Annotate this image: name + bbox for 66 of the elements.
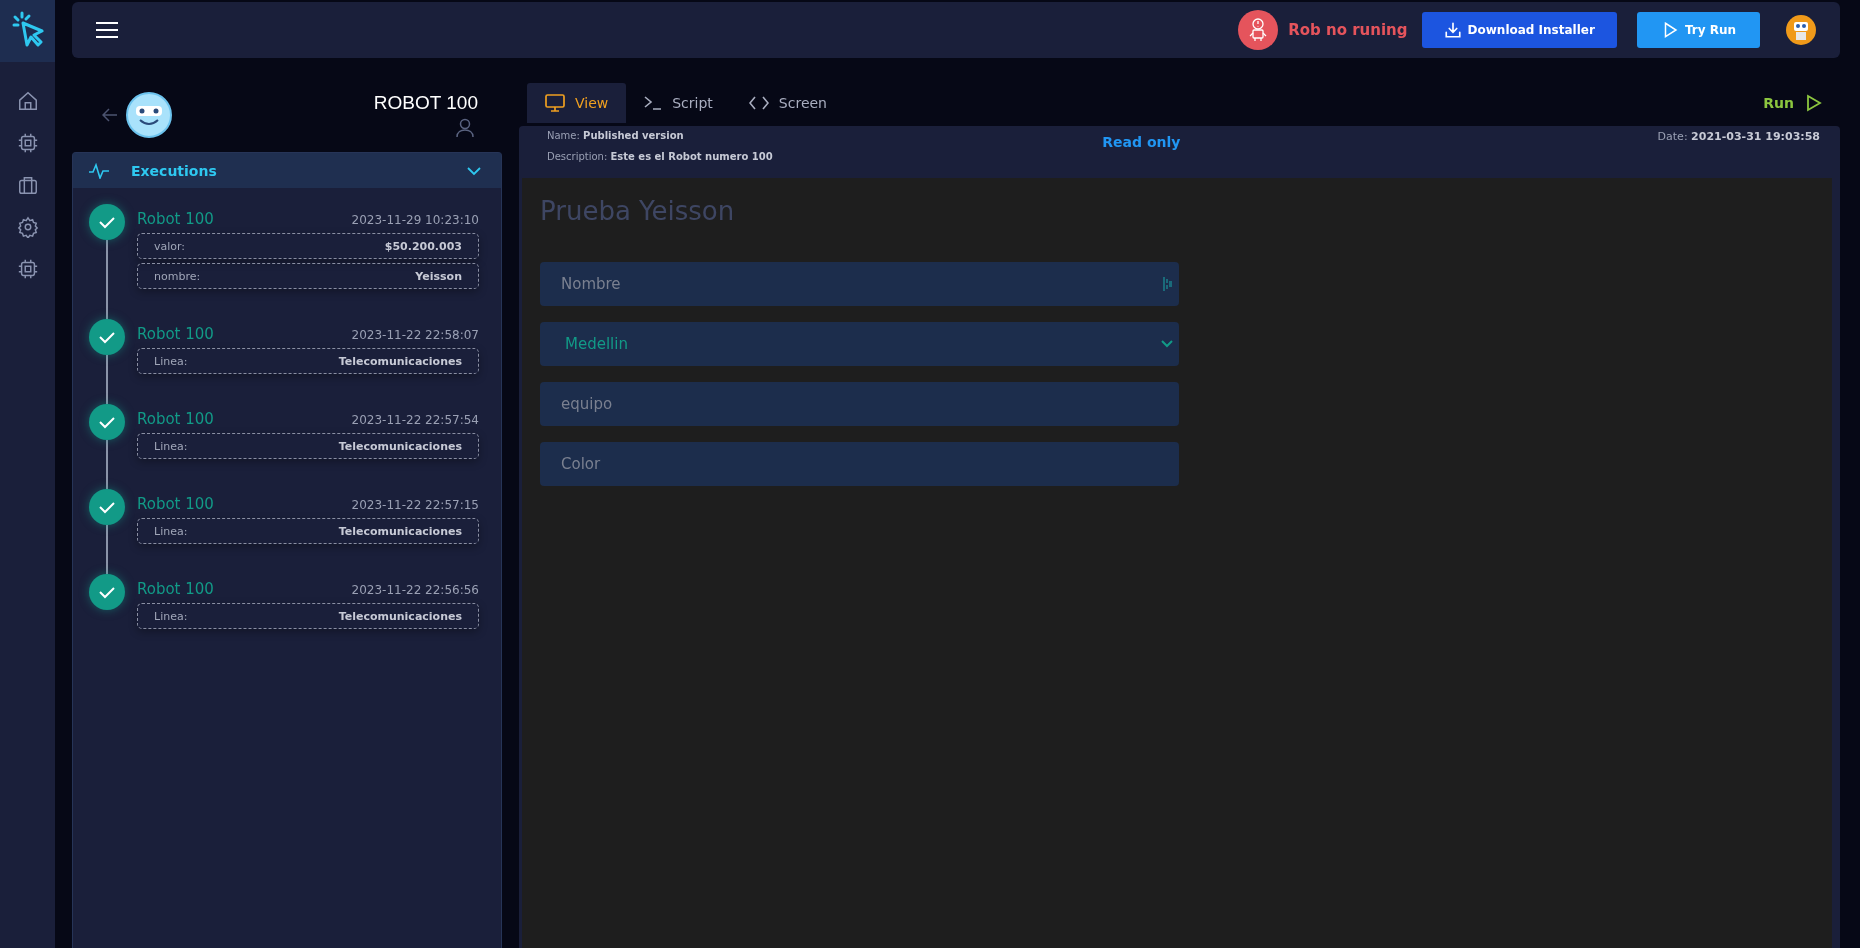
tab[interactable]: Screen [730, 83, 845, 123]
input-field[interactable]: Color [540, 442, 1179, 486]
monitor-icon [545, 94, 565, 112]
field-label: Linea: [154, 354, 188, 368]
chip-icon[interactable] [16, 132, 39, 154]
check-circle-icon [89, 319, 125, 355]
run-button[interactable]: Run [1763, 94, 1822, 112]
execution-time: 2023-11-22 22:57:15 [351, 498, 479, 512]
execution-name[interactable]: Robot 100 [137, 325, 214, 343]
execution-time: 2023-11-29 10:23:10 [351, 213, 479, 227]
briefcase-icon[interactable] [16, 174, 39, 196]
robot-status-text: Rob no runing [1288, 21, 1408, 39]
check-circle-icon [89, 574, 125, 610]
robot-status-icon [1238, 10, 1279, 50]
execution-time: 2023-11-22 22:57:54 [351, 413, 479, 427]
check-circle-icon [89, 204, 125, 240]
smiley-robot-avatar [126, 92, 172, 138]
check-circle-icon [89, 404, 125, 440]
download-icon [1443, 21, 1462, 39]
field-value: Telecomunicaciones [338, 439, 462, 453]
form-title: Prueba Yeisson [540, 196, 736, 226]
logo-tile[interactable] [0, 0, 55, 62]
play-icon [1806, 94, 1822, 112]
executions-header[interactable]: Executions [73, 153, 501, 188]
robot-title: ROBOT 100 [373, 92, 478, 114]
menu-icon[interactable] [96, 22, 118, 38]
date-text: Date: 2021-03-31 19:03:58 [1657, 130, 1820, 143]
field-value: Yeisson [415, 269, 462, 283]
execution-name[interactable]: Robot 100 [137, 410, 214, 428]
read-only-label: Read only [1102, 134, 1182, 150]
execution-time: 2023-11-22 22:56:56 [351, 583, 479, 597]
settings-icon[interactable] [16, 216, 39, 238]
select-field[interactable]: Medellin [540, 322, 1179, 366]
tab[interactable]: View [527, 83, 627, 123]
field-label: Linea: [154, 524, 188, 538]
field-label: Linea: [154, 439, 188, 453]
version-name: Name: Published version [547, 130, 685, 141]
check-circle-icon [89, 489, 125, 525]
tab[interactable]: Script [626, 83, 731, 123]
download-button[interactable]: Download Installer [1421, 12, 1617, 48]
code-icon [748, 96, 769, 110]
execution-name[interactable]: Robot 100 [137, 495, 214, 513]
field-value: Telecomunicaciones [338, 609, 462, 623]
input-field[interactable]: Nombre [540, 262, 1179, 306]
user-icon[interactable] [456, 118, 474, 138]
home-icon[interactable] [16, 90, 39, 112]
field-label: nombre: [154, 269, 201, 283]
chip-icon[interactable] [16, 258, 39, 280]
field-value: Telecomunicaciones [338, 524, 462, 538]
chevron-icon[interactable] [467, 165, 481, 176]
execution-name[interactable]: Robot 100 [137, 580, 214, 598]
chevron-down-icon [1161, 340, 1173, 348]
try-run-button[interactable]: Try Run [1636, 12, 1760, 48]
description-text: Description: Este es el Robot numero 100 [547, 151, 774, 162]
execution-name[interactable]: Robot 100 [137, 210, 214, 228]
field-value: $50.200.003 [384, 239, 462, 253]
robot-avatar-icon[interactable] [1786, 15, 1816, 45]
field-label: valor: [154, 239, 186, 253]
terminal-icon [644, 95, 663, 111]
field-label: Linea: [154, 609, 188, 623]
input-field[interactable]: equipo [540, 382, 1179, 426]
field-value: Telecomunicaciones [338, 354, 462, 368]
executions-title: Executions [131, 162, 217, 179]
pulse-icon [89, 162, 109, 179]
execution-time: 2023-11-22 22:58:07 [351, 328, 479, 342]
back-arrow-icon[interactable] [102, 108, 118, 122]
